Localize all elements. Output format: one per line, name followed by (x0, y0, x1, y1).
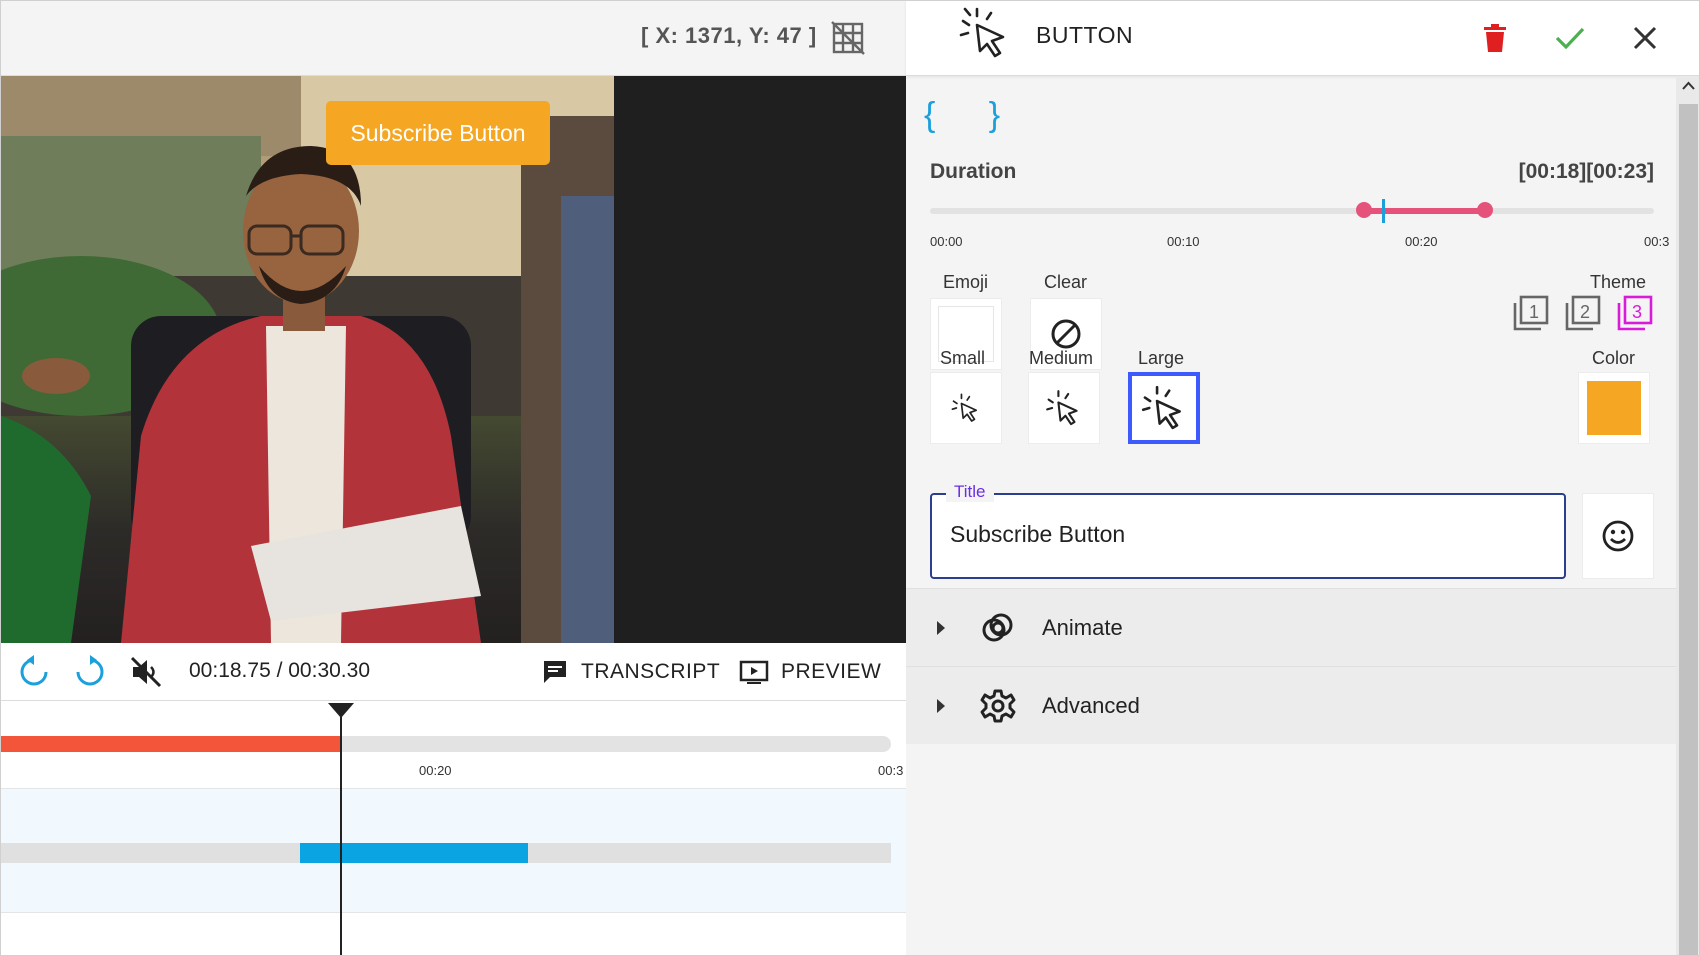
duration-playhead-marker (1381, 199, 1385, 223)
player-controls: 00:18.75 / 00:30.30 TRANSCRIPT PREVIEW (1, 643, 906, 701)
panel-body: { } Duration [00:18][00:23] 00:00 00:10 … (906, 76, 1676, 955)
video-frame[interactable]: Subscribe Button (1, 76, 614, 643)
cursor-small-icon (951, 393, 978, 422)
panel-title: BUTTON (1036, 22, 1134, 48)
preview-icon (739, 660, 769, 684)
transcript-button[interactable]: TRANSCRIPT (541, 653, 720, 691)
duration-label: Duration (930, 160, 1017, 183)
svg-text:3: 3 (1632, 302, 1642, 322)
expand-caret-icon (937, 698, 945, 713)
medium-label: Medium (1029, 348, 1094, 368)
timeline[interactable]: 00:20 00:3 (1, 701, 906, 955)
preview-button[interactable]: PREVIEW (739, 653, 881, 691)
rewind-icon[interactable] (15, 653, 53, 691)
app-window: [ X: 1371, Y: 47 ] Subscribe Button 00:1… (0, 0, 1700, 956)
cursor-coordinates: [ X: 1371, Y: 47 ] (641, 23, 817, 48)
color-picker[interactable] (1578, 372, 1650, 444)
title-field[interactable] (930, 493, 1566, 579)
title-input[interactable] (950, 521, 1540, 548)
expand-caret-icon (937, 620, 945, 635)
timeline-tick: 00:20 (419, 763, 452, 778)
properties-panel: BUTTON { } Duration [00:18][00:23] 00:00… (906, 1, 1699, 955)
playhead-line[interactable] (340, 706, 342, 955)
title-legend: Title (946, 482, 994, 502)
close-icon (1633, 26, 1657, 50)
theme-2-icon[interactable]: 2 (1564, 294, 1602, 332)
clear-label: Clear (1044, 272, 1088, 292)
timeline-progress (1, 736, 341, 752)
size-small-option[interactable] (930, 372, 1002, 444)
svg-text:2: 2 (1580, 302, 1590, 322)
color-label: Color (1592, 348, 1636, 368)
transcript-icon (544, 661, 566, 683)
timeline-lanes (1, 788, 906, 913)
advanced-label: Advanced (1042, 692, 1140, 718)
duration-tick: 00:10 (1167, 234, 1200, 249)
smiley-icon (1602, 520, 1634, 552)
advanced-accordion[interactable]: Advanced (906, 666, 1676, 744)
scroll-up-icon[interactable] (1680, 78, 1697, 95)
scrollbar-thumb[interactable] (1679, 104, 1698, 955)
close-button[interactable] (1626, 19, 1664, 57)
trash-icon (1484, 24, 1506, 52)
emoji-label: Emoji (943, 272, 989, 292)
animate-label: Animate (1042, 614, 1123, 640)
duration-end-handle[interactable] (1477, 202, 1494, 218)
duration-start-handle[interactable] (1356, 202, 1373, 218)
grid-off-icon[interactable] (831, 21, 865, 55)
theme-label: Theme (1590, 272, 1647, 292)
time-readout: 00:18.75 / 00:30.30 (189, 659, 370, 682)
cursor-click-icon (959, 7, 1005, 58)
subscribe-overlay-button[interactable]: Subscribe Button (326, 101, 550, 165)
duration-slider[interactable] (930, 199, 1654, 223)
svg-text:1: 1 (1529, 302, 1539, 322)
cursor-medium-icon (1046, 390, 1078, 426)
cursor-large-icon (1141, 385, 1181, 430)
code-braces-icon[interactable]: { } (924, 96, 1022, 135)
animate-accordion[interactable]: Animate (906, 588, 1676, 666)
forward-icon[interactable] (71, 653, 109, 691)
button-clip[interactable] (300, 843, 528, 863)
gear-icon (980, 689, 1016, 722)
emoji-picker-button[interactable] (1582, 493, 1654, 579)
theme-1-icon[interactable]: 1 (1512, 294, 1550, 332)
transcript-label: TRANSCRIPT (581, 660, 721, 683)
theme-options: 1 2 3 (1512, 294, 1654, 332)
duration-tick: 00:00 (930, 234, 963, 249)
delete-button[interactable] (1476, 19, 1514, 57)
block-icon (1051, 319, 1081, 349)
panel-scrollbar[interactable] (1676, 76, 1699, 955)
size-large-option[interactable] (1128, 372, 1200, 444)
timeline-tick: 00:3 (878, 763, 904, 778)
check-icon (1555, 27, 1585, 50)
video-stage: Subscribe Button (1, 76, 906, 643)
duration-tick: 00:20 (1405, 234, 1438, 249)
preview-label: PREVIEW (781, 660, 882, 683)
canvas-toolbar: [ X: 1371, Y: 47 ] (1, 1, 906, 76)
theme-3-icon[interactable]: 3 (1616, 294, 1654, 332)
timeline-track[interactable] (1, 736, 891, 752)
panel-header: BUTTON (906, 1, 1699, 76)
animate-rings-icon (982, 613, 1013, 641)
size-medium-option[interactable] (1028, 372, 1100, 444)
small-label: Small (940, 348, 986, 368)
large-label: Large (1138, 348, 1185, 368)
color-swatch (1587, 381, 1641, 435)
duration-tick: 00:3 (1644, 234, 1670, 249)
confirm-button[interactable] (1551, 19, 1589, 57)
duration-value: [00:18][00:23] (1518, 160, 1654, 183)
volume-muted-icon[interactable] (127, 653, 165, 691)
